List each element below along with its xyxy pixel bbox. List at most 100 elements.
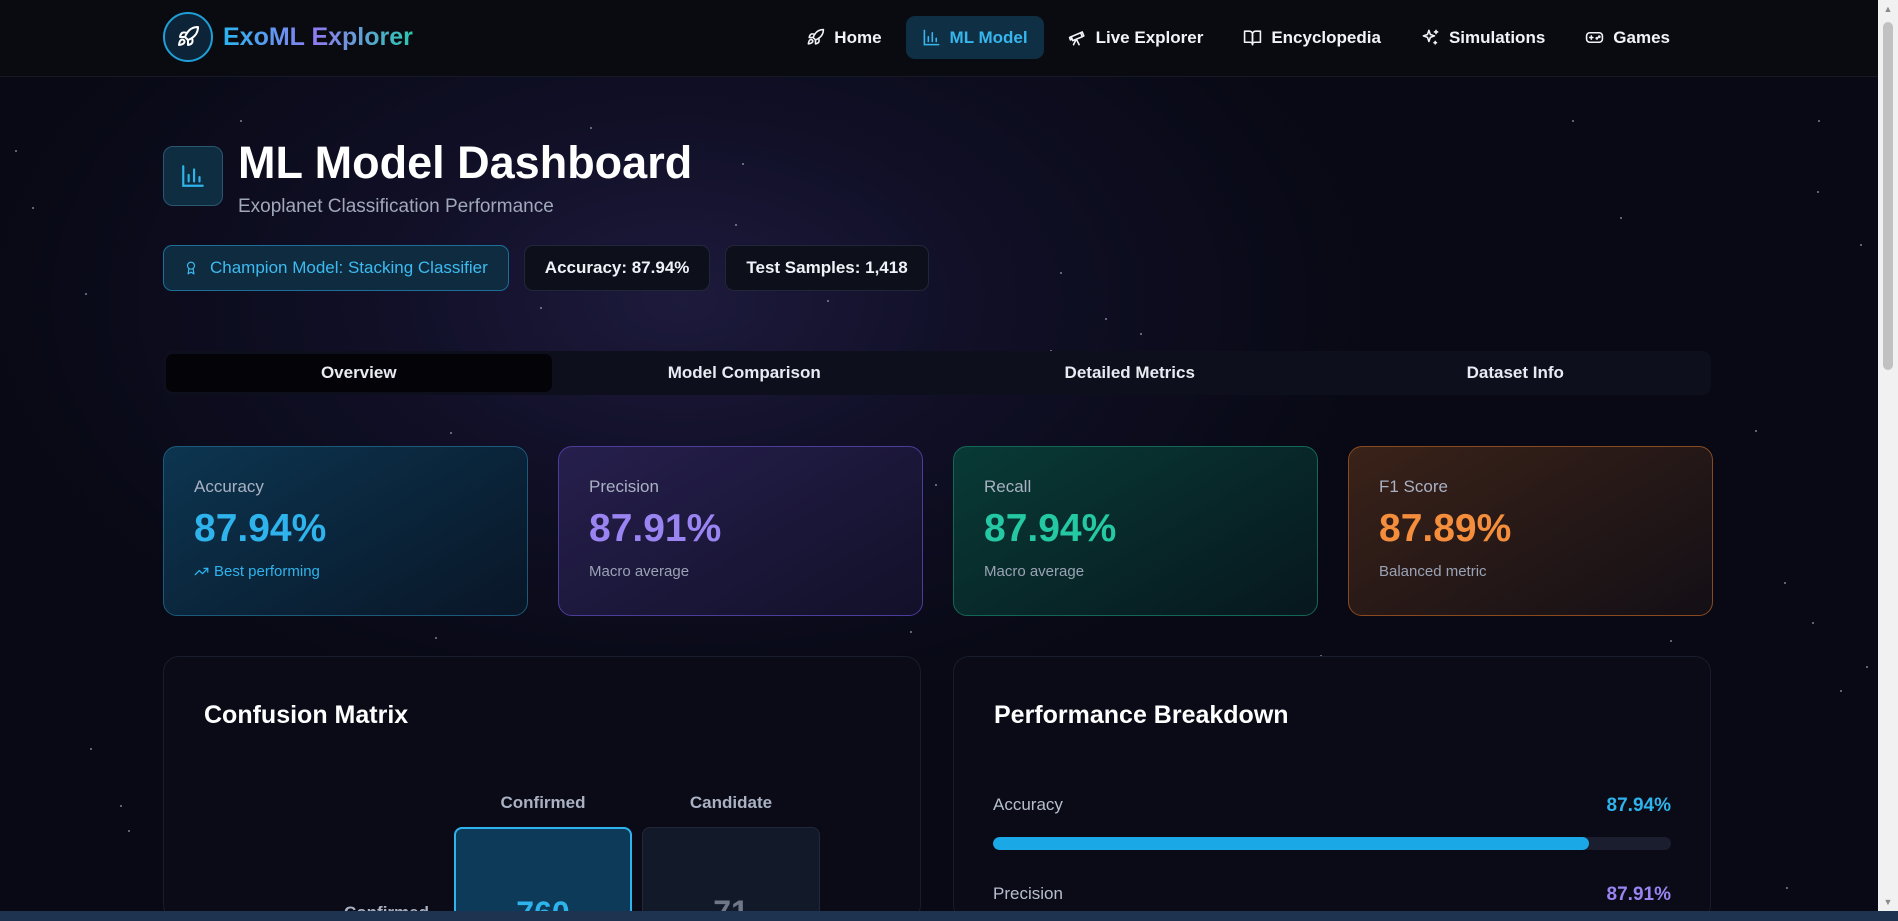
nav-encyclopedia-label: Encyclopedia [1271,27,1381,47]
performance-value: 87.91% [1606,884,1671,905]
nav-home[interactable]: Home [790,16,897,59]
test-samples-badge: Test Samples: 1,418 [725,245,929,291]
trending-up-icon [194,567,209,576]
metric-note: Macro average [984,563,1085,580]
metric-note-text: Best performing [214,563,320,580]
metric-value: 87.91% [589,507,722,550]
tab-model-comparison[interactable]: Model Comparison [552,354,938,392]
star [15,150,17,152]
bar-chart-icon [923,29,939,46]
nav-live-explorer[interactable]: Live Explorer [1052,16,1220,59]
nav-ml-model-label: ML Model [949,27,1028,47]
page-scrollbar[interactable]: ▲ ▼ [1878,0,1898,911]
f1-score-card: F1 Score 87.89% Balanced metric [1348,446,1713,616]
star [435,637,437,639]
tab-detailed-metrics[interactable]: Detailed Metrics [937,354,1323,392]
star [1866,666,1868,668]
metric-label: Precision [589,477,659,496]
metric-note: Macro average [589,563,690,580]
star [1818,120,1820,122]
performance-breakdown-panel: Performance Breakdown Accuracy 87.94% Pr… [953,656,1711,921]
star [1840,690,1842,692]
award-icon [186,261,196,275]
summary-badges: Champion Model: Stacking Classifier Accu… [163,245,929,291]
recall-card: Recall 87.94% Macro average [953,446,1318,616]
star [1860,244,1862,246]
star [85,293,87,295]
star [827,300,829,302]
star [1784,582,1786,584]
brand-name: ExoML Explorer [223,22,413,51]
precision-card: Precision 87.91% Macro average [558,446,923,616]
scroll-up-arrow-icon[interactable]: ▲ [1878,0,1898,18]
star [32,207,34,209]
tab-dataset-info[interactable]: Dataset Info [1323,354,1709,392]
star [450,432,452,434]
brand[interactable]: ExoML Explorer [163,12,413,62]
confusion-matrix-title: Confusion Matrix [204,701,409,729]
star [1786,887,1788,889]
nav-encyclopedia[interactable]: Encyclopedia [1227,16,1397,59]
star [1670,640,1672,642]
cm-cell-false-negative[interactable]: 71 [642,827,820,921]
metric-note: Best performing [194,563,497,580]
accuracy-badge: Accuracy: 87.94% [523,245,711,291]
gamepad-icon [1586,31,1604,44]
star [540,307,542,309]
accuracy-card: Accuracy 87.94% Best performing [163,446,528,616]
page-title: ML Model Dashboard [238,137,693,188]
telescope-icon [1068,31,1085,46]
confusion-matrix-panel: Confusion Matrix Confirmed Candidate Con… [163,656,921,921]
metric-label: Accuracy [194,477,264,496]
scroll-thumb[interactable] [1883,22,1893,370]
performance-label: Accuracy [993,795,1063,814]
star [1812,622,1814,624]
star [128,830,130,832]
star [1620,217,1622,219]
nav-simulations[interactable]: Simulations [1405,16,1561,59]
cm-cell-true-positive[interactable]: 760 [454,827,632,921]
nav-links: Home ML Model Live Explorer Encyclopedia… [790,16,1686,59]
star [1140,333,1142,335]
book-open-icon [1244,30,1262,46]
star [240,120,242,122]
metric-label: F1 Score [1379,477,1448,496]
metric-note: Balanced metric [1379,563,1487,580]
nav-ml-model[interactable]: ML Model [905,16,1044,59]
performance-label: Precision [993,884,1063,903]
performance-breakdown-title: Performance Breakdown [994,701,1289,729]
sparkles-icon [1422,29,1439,45]
tab-overview[interactable]: Overview [166,354,552,392]
star [742,163,744,165]
bar-chart-icon [163,146,223,206]
top-navbar: ExoML Explorer Home ML Model Live Explor… [0,0,1878,77]
star [1572,120,1574,122]
page-header: ML Model Dashboard Exoplanet Classificat… [163,138,692,218]
metric-cards: Accuracy 87.94% Best performing Precisio… [163,446,1713,616]
star [910,631,912,633]
star [1817,191,1819,193]
star [1060,272,1062,274]
page-subtitle: Exoplanet Classification Performance [238,196,554,217]
rocket-icon [807,28,825,45]
metric-value: 87.94% [194,507,327,550]
nav-games[interactable]: Games [1569,16,1686,59]
performance-value: 87.94% [1606,795,1671,816]
rocket-logo-icon [163,12,213,62]
scroll-down-arrow-icon[interactable]: ▼ [1878,893,1898,911]
nav-games-label: Games [1613,27,1670,47]
cm-column-confirmed: Confirmed [500,793,586,812]
star [120,805,122,807]
champion-model-label: Champion Model: Stacking Classifier [210,258,488,277]
star [1755,430,1757,432]
star [1105,318,1107,320]
dashboard-tabs: Overview Model Comparison Detailed Metri… [163,351,1711,395]
star [735,224,737,226]
cm-column-candidate: Candidate [689,793,773,812]
nav-simulations-label: Simulations [1448,27,1546,47]
star [90,748,92,750]
nav-live-explorer-label: Live Explorer [1095,27,1204,47]
progress-fill [993,837,1590,850]
bottom-edge [0,911,1898,921]
progress-track [993,837,1671,850]
